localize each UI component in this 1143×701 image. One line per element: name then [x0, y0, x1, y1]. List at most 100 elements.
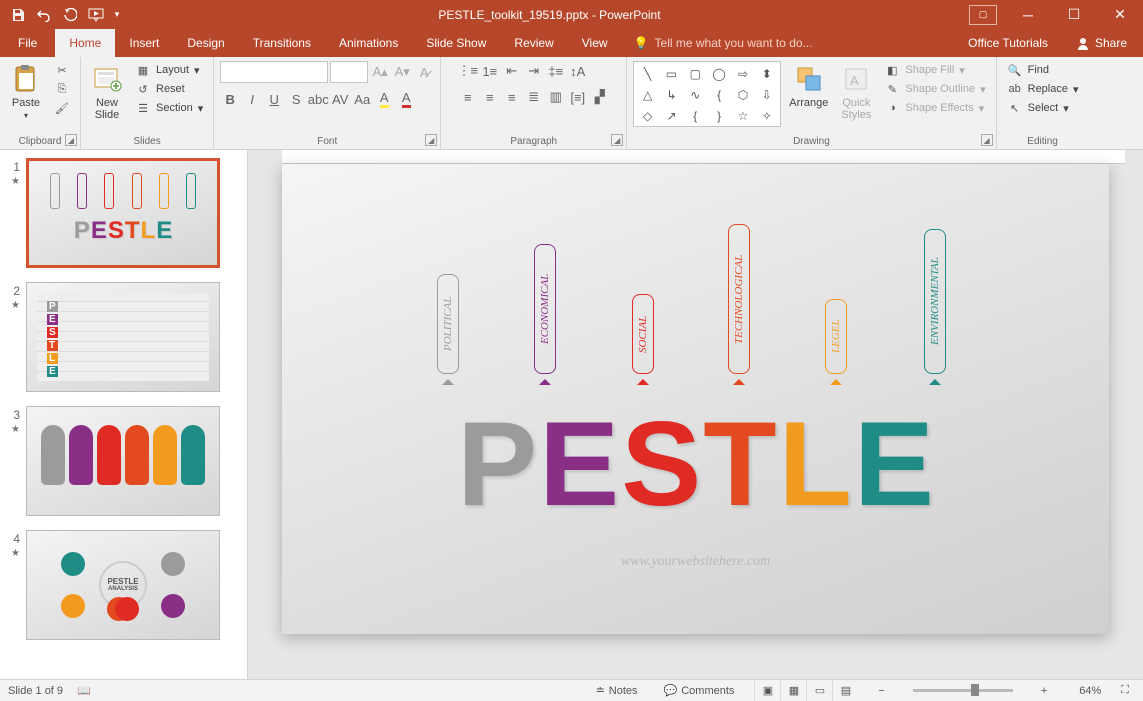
slideshow-view-button[interactable]: ▤ — [832, 680, 858, 701]
cut-button[interactable]: ✂ — [50, 61, 74, 79]
clear-format-button[interactable]: A̷ — [414, 62, 434, 82]
qat-customize-button[interactable]: ▾ — [110, 3, 124, 27]
format-painter-button[interactable]: 🖌 — [50, 99, 74, 117]
decrease-font-button[interactable]: A▾ — [392, 62, 412, 82]
pen-icon: ✎ — [884, 81, 900, 97]
replace-button[interactable]: abReplace ▾ — [1003, 80, 1083, 98]
select-button[interactable]: ↖Select ▾ — [1003, 99, 1083, 117]
tab-animations[interactable]: Animations — [325, 29, 412, 57]
slide-thumbnail-1[interactable]: PESTLE — [26, 158, 220, 268]
clipboard-launcher[interactable]: ◢ — [65, 134, 77, 146]
tab-transitions[interactable]: Transitions — [239, 29, 325, 57]
zoom-in-button[interactable]: + — [1035, 680, 1053, 701]
bold-button[interactable]: B — [220, 89, 240, 109]
office-tutorials-link[interactable]: Office Tutorials — [954, 36, 1062, 50]
layout-button[interactable]: ▦Layout ▾ — [131, 61, 207, 79]
align-right-button[interactable]: ≡ — [502, 87, 522, 107]
shapes-gallery[interactable]: ╲▭▢◯⇨⬍ △↳∿{⬡⇩ ◇↗{}☆✧ — [633, 61, 781, 127]
slide-thumbnail-4[interactable]: PESTLEANALYSIS — [26, 530, 220, 640]
paste-button[interactable]: Paste▾ — [6, 61, 46, 122]
tab-view[interactable]: View — [568, 29, 622, 57]
notes-icon: ≐ — [596, 684, 605, 697]
increase-font-button[interactable]: A▴ — [370, 62, 390, 82]
align-text-button[interactable]: [≡] — [568, 87, 588, 107]
line-spacing-button[interactable]: ‡≡ — [546, 61, 566, 81]
comments-button[interactable]: 💬Comments — [658, 680, 741, 701]
font-family-select[interactable] — [220, 61, 328, 83]
drawing-launcher[interactable]: ◢ — [981, 134, 993, 146]
underline-button[interactable]: U — [264, 89, 284, 109]
columns-button[interactable]: ▥ — [546, 87, 566, 107]
arrange-label: Arrange — [789, 97, 828, 109]
reading-view-button[interactable]: ▭ — [806, 680, 832, 701]
zoom-level[interactable]: 64% — [1067, 685, 1101, 697]
italic-button[interactable]: I — [242, 89, 262, 109]
quick-styles-button[interactable]: A Quick Styles — [836, 61, 876, 123]
shadow-button[interactable]: abc — [308, 89, 328, 109]
zoom-slider[interactable] — [913, 689, 1013, 692]
find-label: Find — [1028, 64, 1049, 76]
indent-inc-button[interactable]: ⇥ — [524, 61, 544, 81]
tell-me-search[interactable]: 💡 Tell me what you want to do... — [622, 29, 955, 57]
zoom-out-button[interactable]: − — [872, 680, 890, 701]
slide-editor-area[interactable]: PESTLE POLITICAL.bubble:nth-of-type(1)::… — [248, 150, 1143, 679]
tab-slideshow[interactable]: Slide Show — [412, 29, 500, 57]
tab-file[interactable]: File — [0, 29, 55, 57]
tab-insert[interactable]: Insert — [115, 29, 173, 57]
undo-button[interactable] — [32, 3, 56, 27]
copy-icon: ⎘ — [54, 81, 70, 97]
copy-button[interactable]: ⎘ — [50, 80, 74, 98]
minimize-button[interactable]: ─ — [1005, 0, 1051, 29]
case-button[interactable]: Aa — [352, 89, 372, 109]
slide-canvas[interactable]: PESTLE POLITICAL.bubble:nth-of-type(1)::… — [282, 164, 1109, 634]
numbering-button[interactable]: 1≡ — [480, 61, 500, 81]
tab-home[interactable]: Home — [55, 29, 115, 57]
ribbon-display-options-button[interactable]: ▢ — [969, 5, 997, 25]
font-launcher[interactable]: ◢ — [425, 134, 437, 146]
maximize-button[interactable]: ☐ — [1051, 0, 1097, 29]
align-left-button[interactable]: ≡ — [458, 87, 478, 107]
font-color-button[interactable]: A — [396, 89, 416, 109]
strike-button[interactable]: S — [286, 89, 306, 109]
spacing-button[interactable]: AV — [330, 89, 350, 109]
section-button[interactable]: ☰Section ▾ — [131, 99, 207, 117]
redo-button[interactable] — [58, 3, 82, 27]
font-size-select[interactable] — [330, 61, 368, 83]
save-button[interactable] — [6, 3, 30, 27]
slide-thumbnail-3[interactable] — [26, 406, 220, 516]
shape-outline-button[interactable]: ✎Shape Outline ▾ — [880, 80, 989, 98]
spellcheck-icon[interactable]: 📖 — [77, 684, 91, 697]
select-label: Select — [1028, 102, 1059, 114]
indent-dec-button[interactable]: ⇤ — [502, 61, 522, 81]
new-slide-button[interactable]: New Slide — [87, 61, 127, 123]
tab-design[interactable]: Design — [173, 29, 238, 57]
paragraph-launcher[interactable]: ◢ — [611, 134, 623, 146]
shape-fill-button[interactable]: ◧Shape Fill ▾ — [880, 61, 989, 79]
tab-review[interactable]: Review — [500, 29, 567, 57]
normal-view-button[interactable]: ▣ — [754, 680, 780, 701]
reset-button[interactable]: ↺Reset — [131, 80, 207, 98]
close-button[interactable]: ✕ — [1097, 0, 1143, 29]
justify-button[interactable]: ≣ — [524, 87, 544, 107]
share-button[interactable]: Share — [1066, 29, 1137, 57]
slide-thumbnail-2[interactable]: PESTLE — [26, 282, 220, 392]
align-center-button[interactable]: ≡ — [480, 87, 500, 107]
start-slideshow-button[interactable] — [84, 3, 108, 27]
arrange-button[interactable]: Arrange — [785, 61, 832, 111]
replace-icon: ab — [1007, 81, 1023, 97]
bullets-button[interactable]: ⋮≡ — [458, 61, 478, 81]
find-button[interactable]: 🔍Find — [1003, 61, 1083, 79]
slide-thumbnails-panel[interactable]: 1★ PESTLE 2★ PESTLE 3★ — [0, 150, 248, 679]
window-controls: ─ ☐ ✕ — [1005, 0, 1143, 29]
replace-label: Replace — [1028, 83, 1068, 95]
bubble-political: POLITICAL — [437, 274, 459, 374]
smartart-button[interactable]: ▞ — [590, 87, 610, 107]
shape-effects-button[interactable]: ◑Shape Effects ▾ — [880, 99, 989, 117]
letter-l-4: L — [779, 404, 852, 524]
fit-to-window-button[interactable]: ⛶ — [1115, 680, 1135, 701]
lightbulb-icon: 💡 — [634, 36, 649, 50]
sorter-view-button[interactable]: ▦ — [780, 680, 806, 701]
highlight-button[interactable]: A — [374, 89, 394, 109]
notes-button[interactable]: ≐Notes — [590, 680, 644, 701]
text-direction-button[interactable]: ↕A — [568, 61, 588, 81]
